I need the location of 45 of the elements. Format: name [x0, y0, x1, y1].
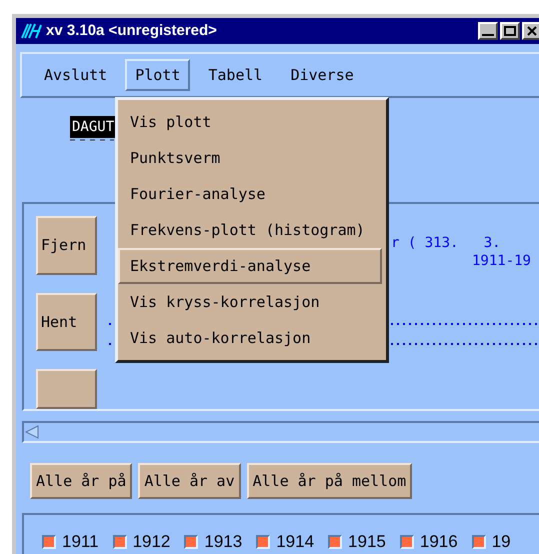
year-label: 1912 — [132, 533, 170, 551]
menu-item[interactable]: Punktsverm — [118, 140, 382, 176]
year-label: 1915 — [348, 533, 386, 551]
menu-bar-item[interactable]: Tabell — [198, 59, 273, 91]
menu-bar-item[interactable]: Diverse — [280, 59, 364, 91]
partial-button[interactable] — [36, 369, 97, 409]
year-toggle-button[interactable]: Alle år på mellom — [246, 463, 412, 499]
year-checkbox[interactable] — [184, 535, 198, 549]
close-icon — [526, 26, 538, 36]
panel-button[interactable]: Hent — [36, 292, 97, 351]
menu-item[interactable]: Fourier-analyse — [118, 176, 382, 212]
minimize-icon — [482, 34, 494, 36]
year-label: 1916 — [420, 533, 458, 551]
year-checkbox[interactable] — [42, 535, 56, 549]
maximize-icon — [504, 26, 516, 36]
year-label: 1914 — [276, 533, 314, 551]
menu-bar-item[interactable]: Plott — [125, 59, 190, 91]
info-text: 1911-19 — [472, 252, 531, 270]
app-logo-icon — [20, 23, 42, 39]
year-toggle-button[interactable]: Alle år av — [138, 463, 241, 499]
station-label: DAGUT — [70, 116, 116, 138]
year-label: 1913 — [204, 533, 242, 551]
minimize-button[interactable] — [478, 22, 498, 40]
year-checkbox[interactable] — [112, 535, 127, 549]
year-checkbox[interactable] — [256, 535, 270, 549]
dashed-underline — [70, 138, 114, 142]
menu-item[interactable]: Frekvens-plott (histogram) — [118, 212, 382, 248]
menu-item[interactable]: Vis plott — [118, 104, 382, 140]
menu-item[interactable]: Vis auto-korrelasjon — [118, 320, 382, 356]
year-label: 1911 — [62, 533, 99, 551]
year-label: 19 — [492, 533, 511, 551]
menu-bar-item[interactable]: Avslutt — [34, 59, 118, 91]
menu-item[interactable]: Ekstremverdi-analyse — [118, 248, 382, 284]
close-button[interactable] — [522, 22, 539, 40]
info-text: r ( 313. 3. — [391, 234, 501, 252]
year-toggle-button[interactable]: Alle år på — [30, 463, 132, 499]
panel-button[interactable]: Fjern — [36, 216, 97, 274]
year-checkbox[interactable] — [328, 535, 342, 549]
window-title: xv 3.10a <unregistered> — [46, 20, 217, 41]
maximize-button[interactable] — [500, 22, 520, 40]
year-checkbox[interactable] — [472, 535, 486, 549]
menu-item[interactable]: Vis kryss-korrelasjon — [118, 284, 382, 320]
horizontal-scrollbar[interactable] — [22, 421, 539, 443]
left-arrow-icon[interactable] — [24, 424, 40, 440]
year-checkbox[interactable] — [400, 535, 414, 549]
